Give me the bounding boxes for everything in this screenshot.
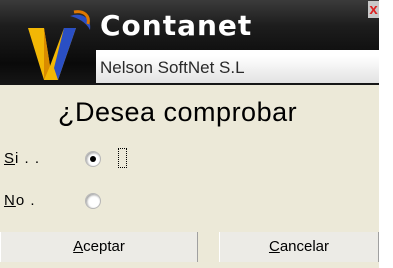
company-name: Nelson SoftNet S.L [100, 58, 245, 77]
app-title: Contanet [100, 9, 253, 42]
radio-selected-dot [90, 156, 96, 162]
cancel-button[interactable]: Cancelar [219, 232, 379, 262]
header-banner: Contanet Nelson SoftNet S.L x [0, 0, 379, 85]
contanet-logo-icon [28, 10, 91, 80]
question-area: ¿Desea comprobar [0, 93, 379, 137]
confirm-dialog: Contanet Nelson SoftNet S.L x ¿Desea com… [0, 0, 379, 268]
close-icon[interactable]: x [368, 1, 379, 18]
option-no-label[interactable]: No . [4, 192, 36, 209]
focus-indicator [118, 148, 127, 168]
option-no-radio[interactable] [85, 193, 101, 209]
question-text: ¿Desea comprobar [58, 97, 298, 127]
accept-button[interactable]: Aceptar [0, 232, 198, 262]
option-si-radio[interactable] [85, 151, 101, 167]
option-si-label[interactable]: Si . . [4, 150, 40, 167]
